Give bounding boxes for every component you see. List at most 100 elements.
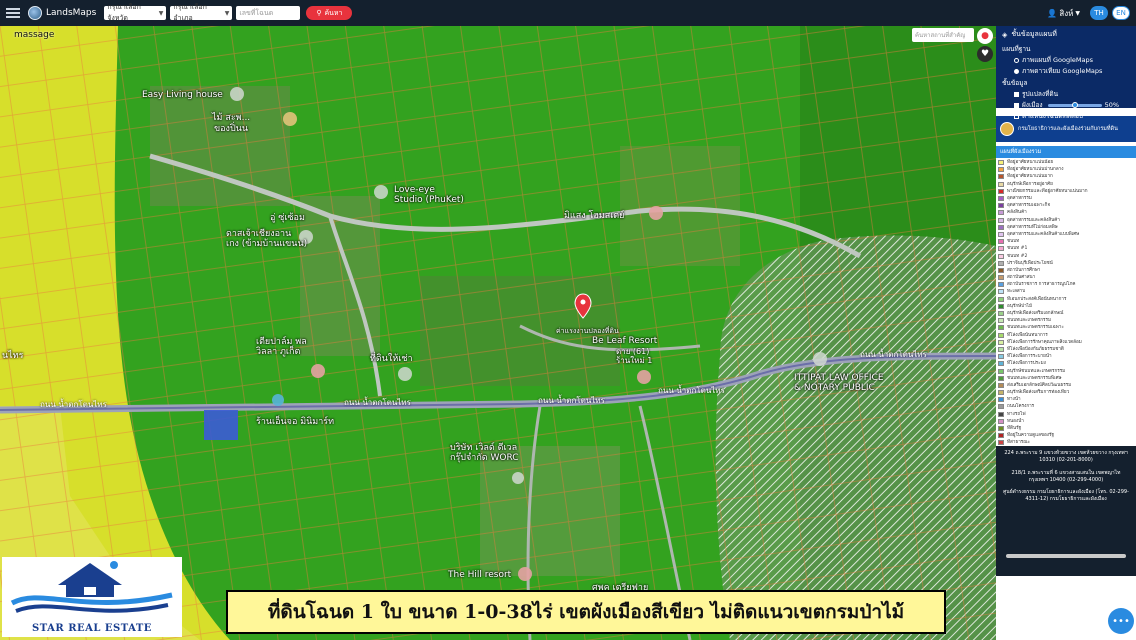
legend-swatch — [998, 390, 1004, 396]
map-label-pink-phuket: เตียปาล์ม พล วิลลา ภูเก็ต — [256, 337, 307, 357]
legend-item: อุตสาหกรรมที่ไม่ก่อมลพิษ — [998, 224, 1134, 231]
opacity-slider-knob[interactable] — [1071, 101, 1078, 108]
checkbox-layer-parcels[interactable] — [1014, 91, 1019, 97]
legend-item: ที่โล่งเพื่อการระบายน้ำ — [998, 353, 1134, 360]
checkbox-layer-cityplan[interactable] — [1014, 102, 1019, 108]
search-button[interactable]: ⚲ ค้นหา — [306, 6, 353, 20]
map-place-search-input[interactable]: ค้นหาสถานที่สำคัญ — [912, 28, 974, 42]
deed-number-input[interactable]: เลขที่โฉนด — [236, 6, 301, 20]
legend-swatch — [998, 361, 1004, 367]
map-pin-icon[interactable]: ● — [977, 28, 993, 44]
legend-item: อุตสาหกรรมและคลังสินค้าแบบพิเศษ — [998, 231, 1134, 238]
map-label-company: บริษัท เวิลด์ ดีเวล กรุ๊ปจำกัด WORC — [450, 443, 519, 463]
legend-label: อนุรักษ์เพื่อส่งเสริมการท่องเที่ยว — [1007, 390, 1070, 396]
legend-item: สถาบันการศึกษา — [998, 267, 1134, 274]
province-select[interactable]: กรุณาเลือกจังหวัด ▼ — [104, 3, 167, 22]
legend-item: ที่อยู่อาศัยหนาแน่นน้อย — [998, 159, 1134, 166]
checkbox-layer-deed-location[interactable] — [1014, 113, 1019, 119]
legend-label: ทางรถไฟ — [1007, 411, 1026, 417]
radio-basemap-map[interactable] — [1014, 57, 1019, 63]
lang-th-button[interactable]: TH — [1090, 6, 1108, 20]
hamburger-icon[interactable] — [6, 8, 20, 18]
legend-item: อนุรักษ์เพื่อส่งเสริมเอกลักษณ์ — [998, 310, 1134, 317]
heart-icon[interactable]: ♥ — [977, 46, 993, 62]
legend-label: อนุรักษ์เพื่อส่งเสริมเอกลักษณ์ — [1007, 311, 1064, 317]
legend-item: สถาบันศาสนา — [998, 274, 1134, 281]
panel-title-row: ◈ ชั้นข้อมูลแผนที่ — [1002, 29, 1130, 40]
basemap-option-map[interactable]: ภาพแผนที่ GoogleMaps — [1014, 55, 1130, 65]
legend-item: ชนบท #1 — [998, 245, 1134, 252]
basemap-option-satellite[interactable]: ภาพดาวเทียม GoogleMaps — [1014, 66, 1130, 76]
search-icon: ⚲ — [316, 9, 322, 17]
legend-item: ชนบท — [998, 238, 1134, 245]
legend-item: อนุรักษ์เพื่อการอยู่อาศัย — [998, 181, 1134, 188]
district-select[interactable]: กรุณาเลือกอำเภอ ▼ — [170, 3, 233, 22]
legend-item: ที่โล่งเพื่อนันทนาการ — [998, 332, 1134, 339]
layers-icon: ◈ — [1002, 30, 1008, 39]
lang-en-button[interactable]: EN — [1112, 6, 1130, 20]
chevron-down-icon: ▼ — [1075, 9, 1080, 17]
legend-label: ชนบท #2 — [1007, 253, 1028, 259]
road-label-mid2: ถนน น้ำตกโตนไทร — [538, 396, 605, 405]
legend-label: อนุรักษ์เพื่อการอยู่อาศัย — [1007, 181, 1053, 187]
road-label-right: ถนน น้ำตกโตนไทร — [658, 386, 725, 395]
legend-item: ชนบทและเกษตรกรรมพิเศษ — [998, 375, 1134, 382]
legend-label: คลังสินค้า — [1007, 210, 1027, 216]
legend-swatch — [998, 368, 1004, 374]
legend-swatch — [998, 282, 1004, 288]
user-icon: 👤 — [1047, 8, 1058, 18]
legend-label: ที่อยู่อาศัยหนาแน่นน้อย — [1007, 160, 1054, 166]
map-label-seua: อู่ ซุ่เซ้อม — [270, 213, 305, 223]
legend-swatch — [998, 426, 1004, 432]
legend-item: อุตสาหกรรม — [998, 195, 1134, 202]
deed-number-placeholder: เลขที่โฉนด — [239, 8, 274, 17]
map-label-hill-resort: The Hill resort — [448, 570, 512, 580]
user-menu[interactable]: 👤 สิงห์ ▼ — [1047, 7, 1080, 20]
layer-parcels[interactable]: รูปแปลงที่ดิน — [1014, 89, 1130, 99]
map-label-easy-living: Easy Living house — [142, 90, 223, 100]
legend-item: อุตสาหกรรมเฉพาะกิจ — [998, 202, 1134, 209]
legend-label: ชนบท #1 — [1007, 246, 1028, 252]
legend-label: อุตสาหกรรมที่ไม่ก่อมลพิษ — [1007, 224, 1058, 230]
legend-label: อนุรักษ์ชนบทและเกษตรกรรม — [1007, 368, 1066, 374]
province-select-value: กรุณาเลือกจังหวัด — [107, 3, 141, 22]
map-label-ittipat: ITTIPAT LAW OFFICE & NOTARY PUBLIC — [794, 373, 884, 393]
legend-swatch — [998, 332, 1004, 338]
legend-label: ชนบท — [1007, 239, 1020, 245]
landsmaps-app: LandsMaps กรุณาเลือกจังหวัด ▼ กรุณาเลือกอ… — [0, 0, 1136, 640]
legend-swatch — [998, 160, 1004, 166]
legend-item: ปราจีนบุรีเพื่อประโยชน์ — [998, 260, 1134, 267]
legend-swatch — [998, 275, 1004, 281]
dpt-logo-icon — [1000, 122, 1014, 136]
legend-label: ที่โล่งเพื่อการประมง — [1007, 361, 1046, 367]
legend-item: ชนบทและเกษตรกรรมเฉพาะ — [998, 324, 1134, 331]
panel-horizontal-scrollbar[interactable] — [1006, 554, 1126, 558]
star-real-estate-logo: STAR REAL ESTATE — [2, 557, 182, 637]
legend-item: ทางน้ำ — [998, 396, 1134, 403]
legend-label: ที่โล่งเพื่อป้องกันภัยธรรมชาติ — [1007, 346, 1064, 352]
legend-swatch — [998, 346, 1004, 352]
radio-basemap-satellite[interactable] — [1014, 68, 1019, 74]
landsmaps-logo-icon — [28, 6, 42, 20]
road-label-right2: ถนน น้ำตกโตนไทร — [860, 350, 927, 359]
legend-item: อุตสาหกรรมและคลังสินค้า — [998, 217, 1134, 224]
map-canvas[interactable]: massage Easy Living house ไม้ สะพ... ของ… — [0, 26, 996, 640]
listing-caption: ที่ดินโฉนด 1 ใบ ขนาด 1-0-38ไร่ เขตผังเมื… — [226, 590, 946, 634]
legend-label: ปราจีนบุรีเพื่อประโยชน์ — [1007, 260, 1053, 266]
legend-label: ชนบทและเกษตรกรรมเฉพาะ — [1007, 325, 1064, 331]
cityplan-opacity-slider[interactable] — [1047, 101, 1102, 108]
legend-item: หนองน้ำ — [998, 418, 1134, 425]
legend-item: อนุรักษ์ชนบทและเกษตรกรรม — [998, 367, 1134, 374]
map-label-rannhong: ร้านเอ็นจอ มินิมาร์ท — [256, 417, 335, 427]
top-bar: LandsMaps กรุณาเลือกจังหวัด ▼ กรุณาเลือกอ… — [0, 0, 1136, 26]
map-graphics — [0, 26, 996, 640]
chevron-down-icon: ▼ — [224, 9, 230, 17]
legend-swatch — [998, 196, 1004, 202]
legend-item: ที่โล่งเพื่อป้องกันภัยธรรมชาติ — [998, 346, 1134, 353]
layer-cityplan[interactable]: ผังเมือง 50% — [1014, 100, 1130, 110]
chat-icon[interactable]: ••• — [1108, 608, 1134, 634]
legend-item: ส่งเสริมเอกลักษณ์ศิลปวัฒนธรรม — [998, 382, 1134, 389]
legend-swatch — [998, 303, 1004, 309]
legend-swatch — [998, 433, 1004, 439]
legend-label: ที่โล่งเพื่อการรักษาคุณภาพสิ่งแวดล้อม — [1007, 339, 1082, 345]
